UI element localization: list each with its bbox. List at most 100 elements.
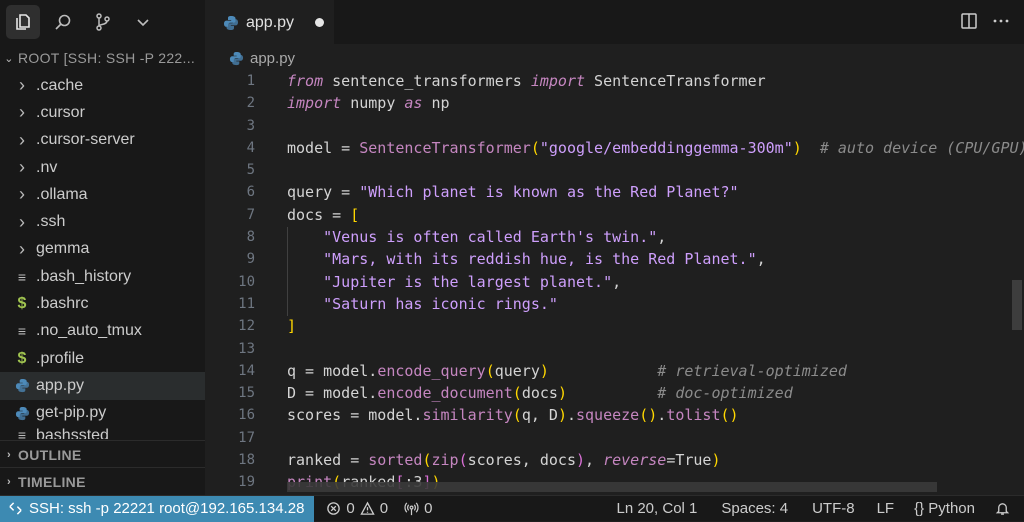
file-item[interactable]: app.py bbox=[0, 372, 205, 400]
tree-item-label: .bash_history bbox=[36, 267, 132, 285]
git-branch-icon bbox=[96, 13, 110, 31]
language-mode[interactable]: {} Python bbox=[914, 500, 975, 517]
remote-indicator[interactable]: SSH: ssh -p 22221 root@192.165.134.28 bbox=[0, 495, 315, 522]
folder-item[interactable]: › .nv bbox=[0, 154, 205, 181]
code-line: 10 "Jupiter is the largest planet.", bbox=[238, 272, 622, 291]
code-line: 9 "Mars, with its reddish hue, is the Re… bbox=[246, 250, 766, 269]
code-line: 2 import numpy as np bbox=[246, 94, 450, 113]
file-tree: › .cache › .cursor › .cursor-server › .nv › .olla… bbox=[0, 72, 205, 439]
folder-item[interactable]: › .cursor bbox=[0, 99, 205, 126]
activity-toolbar bbox=[0, 0, 205, 44]
file-item[interactable]: $ .bashrc bbox=[0, 290, 205, 317]
chevron-right-icon: › bbox=[19, 129, 25, 150]
code-line: 13 bbox=[238, 340, 255, 357]
tab-app-py[interactable]: app.py bbox=[205, 0, 334, 45]
status-bar: SSH: ssh -p 22221 root@192.165.134.28 0 … bbox=[0, 495, 1024, 522]
folder-item[interactable]: › .ssh bbox=[0, 208, 205, 235]
root-label: ROOT [SSH: SSH -P 222... bbox=[18, 50, 196, 66]
tab-label: app.py bbox=[246, 14, 295, 31]
unsaved-dot-icon[interactable] bbox=[315, 18, 324, 27]
text-file-icon: ≡ bbox=[17, 268, 27, 285]
outline-panel-header[interactable]: › OUTLINE bbox=[0, 440, 205, 468]
python-file-icon bbox=[13, 406, 31, 421]
scrollbar-thumb[interactable] bbox=[1012, 280, 1022, 330]
code-line: 7 docs = [ bbox=[246, 205, 360, 224]
vertical-scrollbar[interactable] bbox=[1010, 44, 1024, 495]
code-line: 16 scores = model.similarity(q, D).squeez… bbox=[238, 406, 739, 425]
search-button[interactable] bbox=[46, 5, 80, 39]
files-icon bbox=[16, 14, 30, 30]
chevron-right-icon: › bbox=[7, 448, 11, 461]
folder-item[interactable]: › .cursor-server bbox=[0, 127, 205, 154]
python-file-icon bbox=[13, 378, 31, 393]
chevron-right-icon: › bbox=[19, 211, 25, 232]
remote-icon bbox=[9, 502, 22, 515]
file-item[interactable]: $ .profile bbox=[0, 345, 205, 372]
folder-item[interactable]: › .cache bbox=[0, 72, 205, 99]
tab-bar: app.py bbox=[205, 0, 1024, 45]
shell-file-icon: $ bbox=[17, 295, 27, 313]
chevron-down-icon: ⌄ bbox=[4, 52, 14, 65]
more-views-button[interactable] bbox=[126, 5, 160, 39]
tree-item-label: bashssted bbox=[36, 426, 109, 439]
chevron-right-icon: › bbox=[19, 75, 25, 96]
editor-area: app.py app.py 1 from sentence_transformer… bbox=[205, 0, 1024, 495]
code-line: 4 model = SentenceTransformer("google/emb… bbox=[246, 138, 1024, 157]
cursor-position[interactable]: Ln 20, Col 1 bbox=[616, 500, 697, 517]
ports-indicator[interactable]: 0 bbox=[404, 500, 432, 517]
code-line: 5 bbox=[246, 162, 255, 179]
code-line: 18 ranked = sorted(zip(scores, docs), rev… bbox=[238, 451, 721, 470]
tree-item-label: .cursor-server bbox=[36, 131, 135, 149]
chevron-right-icon: › bbox=[19, 157, 25, 178]
file-item[interactable]: ≡ .bash_history bbox=[0, 263, 205, 290]
code-line: 8 "Venus is often called Earth's twin.", bbox=[246, 228, 667, 247]
code-line: 11 "Saturn has iconic rings." bbox=[238, 294, 558, 313]
tree-item-label: .ollama bbox=[36, 185, 88, 203]
code-editor[interactable]: 1 from sentence_transformers import Sente… bbox=[205, 71, 1024, 495]
warning-icon bbox=[360, 501, 375, 515]
folder-item[interactable]: › gemma bbox=[0, 236, 205, 263]
source-control-button[interactable] bbox=[86, 5, 120, 39]
tree-item-label: .profile bbox=[36, 349, 85, 367]
folder-item[interactable]: › .ollama bbox=[0, 181, 205, 208]
end-of-line[interactable]: LF bbox=[877, 500, 895, 517]
more-actions-icon[interactable] bbox=[992, 12, 1010, 30]
tree-item-label: .no_auto_tmux bbox=[36, 322, 142, 340]
python-file-icon bbox=[229, 51, 244, 66]
explorer-root-header[interactable]: ⌄ ROOT [SSH: SSH -P 222... bbox=[0, 44, 205, 72]
tree-item-label: .nv bbox=[36, 158, 58, 176]
code-line: 15 D = model.encode_document(docs) # doc-… bbox=[238, 384, 793, 403]
file-item[interactable]: get-pip.py bbox=[0, 400, 205, 427]
chevron-right-icon: › bbox=[7, 475, 11, 488]
code-line: 17 bbox=[238, 429, 255, 446]
error-icon bbox=[327, 502, 341, 515]
problems-indicator[interactable]: 0 0 bbox=[326, 500, 388, 517]
indentation[interactable]: Spaces: 4 bbox=[721, 500, 788, 517]
tree-item-label: get-pip.py bbox=[36, 404, 107, 422]
text-file-icon: ≡ bbox=[17, 426, 27, 439]
code-line: 1 from sentence_transformers import Sente… bbox=[246, 72, 766, 90]
tree-item-label: .bashrc bbox=[36, 295, 89, 313]
split-editor-icon[interactable] bbox=[960, 12, 978, 30]
file-item[interactable]: ≡ .no_auto_tmux bbox=[0, 318, 205, 345]
timeline-panel-header[interactable]: › TIMELINE bbox=[0, 467, 205, 495]
bell-icon bbox=[995, 503, 1010, 515]
file-item[interactable]: ≡ bashssted bbox=[0, 427, 205, 439]
chevron-down-icon bbox=[137, 19, 149, 27]
code-line: 14 q = model.encode_query(query) # retrie… bbox=[238, 361, 847, 380]
horizontal-scrollbar[interactable] bbox=[287, 482, 937, 492]
broadcast-icon bbox=[404, 502, 419, 516]
editor-actions bbox=[960, 12, 1010, 30]
chevron-right-icon: › bbox=[19, 102, 25, 123]
code-line: 12] bbox=[238, 317, 297, 336]
breadcrumb[interactable]: app.py bbox=[205, 44, 1024, 72]
code-line: 3 bbox=[246, 117, 255, 134]
tree-item-label: gemma bbox=[36, 240, 90, 258]
explorer-button[interactable] bbox=[6, 5, 40, 39]
code-line: 6 query = "Which planet is known as the R… bbox=[246, 183, 739, 202]
notifications-button[interactable] bbox=[995, 501, 1010, 516]
encoding[interactable]: UTF-8 bbox=[812, 500, 855, 517]
text-file-icon: ≡ bbox=[17, 323, 27, 340]
chevron-right-icon: › bbox=[19, 238, 25, 259]
tree-item-label: .cursor bbox=[36, 103, 85, 121]
